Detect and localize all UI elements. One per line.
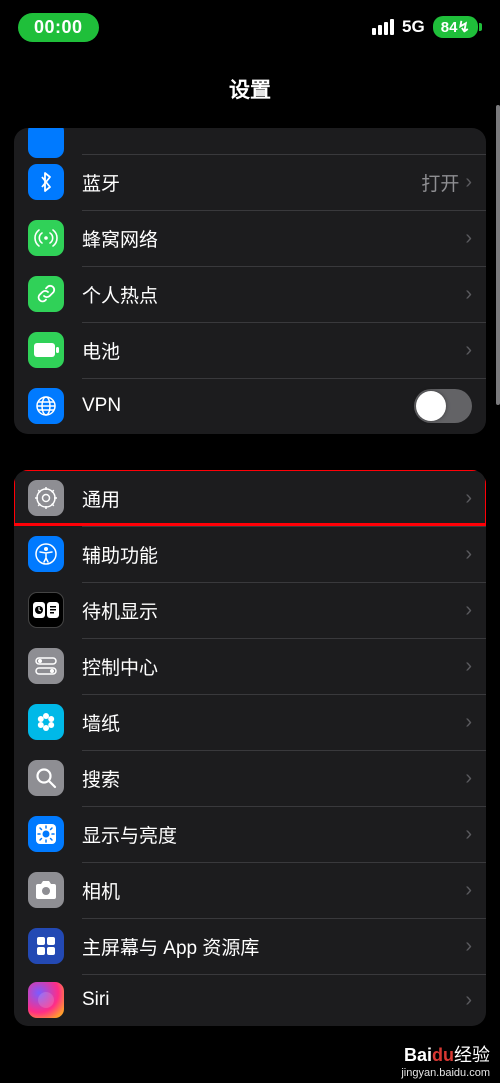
- scroll-indicator[interactable]: [496, 105, 500, 405]
- row-siri[interactable]: Siri ›: [14, 974, 486, 1026]
- row-label: 蜂窝网络: [82, 225, 465, 252]
- row-general[interactable]: 通用 ›: [14, 470, 486, 526]
- accessibility-icon: [28, 536, 64, 572]
- status-time[interactable]: 00:00: [18, 13, 99, 42]
- chevron-right-icon: ›: [465, 935, 472, 958]
- gear-icon: [28, 480, 64, 516]
- row-label: 搜索: [82, 765, 465, 792]
- row-label: VPN: [82, 395, 414, 417]
- row-label: 待机显示: [82, 597, 465, 624]
- row-display[interactable]: 显示与亮度 ›: [14, 806, 486, 862]
- row-bluetooth[interactable]: 蓝牙 打开 ›: [14, 154, 486, 210]
- link-icon: [28, 276, 64, 312]
- vpn-toggle[interactable]: [414, 389, 472, 423]
- row-hotspot[interactable]: 个人热点 ›: [14, 266, 486, 322]
- chevron-right-icon: ›: [465, 227, 472, 250]
- chevron-right-icon: ›: [465, 543, 472, 566]
- row-partial-top[interactable]: [14, 128, 486, 154]
- standby-icon: [28, 592, 64, 628]
- row-standby[interactable]: 待机显示 ›: [14, 582, 486, 638]
- row-label: 墙纸: [82, 709, 465, 736]
- status-right: 5G 84↯: [372, 16, 478, 38]
- chevron-right-icon: ›: [465, 655, 472, 678]
- chevron-right-icon: ›: [465, 171, 472, 194]
- row-label: Siri: [82, 989, 465, 1011]
- camera-icon: [28, 872, 64, 908]
- homescreen-icon: [28, 928, 64, 964]
- chevron-right-icon: ›: [465, 339, 472, 362]
- chevron-right-icon: ›: [465, 989, 472, 1012]
- chevron-right-icon: ›: [465, 767, 472, 790]
- chevron-right-icon: ›: [465, 487, 472, 510]
- toggles-icon: [28, 648, 64, 684]
- antenna-icon: [28, 220, 64, 256]
- row-camera[interactable]: 相机 ›: [14, 862, 486, 918]
- page-title: 设置: [0, 54, 500, 128]
- chevron-right-icon: ›: [465, 879, 472, 902]
- battery-indicator: 84↯: [433, 16, 478, 38]
- brightness-icon: [28, 816, 64, 852]
- row-label: 显示与亮度: [82, 821, 465, 848]
- row-label: 通用: [82, 485, 465, 512]
- flower-icon: [28, 704, 64, 740]
- battery-icon: [28, 332, 64, 368]
- signal-icon: [372, 19, 394, 35]
- row-accessibility[interactable]: 辅助功能 ›: [14, 526, 486, 582]
- row-label: 相机: [82, 877, 465, 904]
- globe-icon: [28, 388, 64, 424]
- chevron-right-icon: ›: [465, 823, 472, 846]
- settings-group-1: 蓝牙 打开 › 蜂窝网络 › 个人热点 › 电池 › VPN: [14, 128, 486, 434]
- row-label: 个人热点: [82, 281, 465, 308]
- row-label: 控制中心: [82, 653, 465, 680]
- siri-icon: [28, 982, 64, 1018]
- row-value: 打开: [421, 169, 459, 196]
- row-battery[interactable]: 电池 ›: [14, 322, 486, 378]
- row-homescreen[interactable]: 主屏幕与 App 资源库 ›: [14, 918, 486, 974]
- search-icon: [28, 760, 64, 796]
- row-label: 电池: [82, 337, 465, 364]
- chevron-right-icon: ›: [465, 283, 472, 306]
- row-wallpaper[interactable]: 墙纸 ›: [14, 694, 486, 750]
- settings-group-2: 通用 › 辅助功能 › 待机显示 › 控制中心 › 墙纸 › 搜索 ›: [14, 470, 486, 1026]
- row-controlcenter[interactable]: 控制中心 ›: [14, 638, 486, 694]
- row-search[interactable]: 搜索 ›: [14, 750, 486, 806]
- row-vpn[interactable]: VPN: [14, 378, 486, 434]
- chevron-right-icon: ›: [465, 599, 472, 622]
- row-label: 蓝牙: [82, 169, 421, 196]
- chevron-right-icon: ›: [465, 711, 472, 734]
- row-label: 辅助功能: [82, 541, 465, 568]
- row-label: 主屏幕与 App 资源库: [82, 933, 465, 960]
- row-cellular[interactable]: 蜂窝网络 ›: [14, 210, 486, 266]
- status-bar: 00:00 5G 84↯: [0, 0, 500, 54]
- network-label: 5G: [402, 17, 425, 37]
- bluetooth-icon: [28, 164, 64, 200]
- watermark: Baidu经验 jingyan.baidu.com: [401, 1041, 490, 1079]
